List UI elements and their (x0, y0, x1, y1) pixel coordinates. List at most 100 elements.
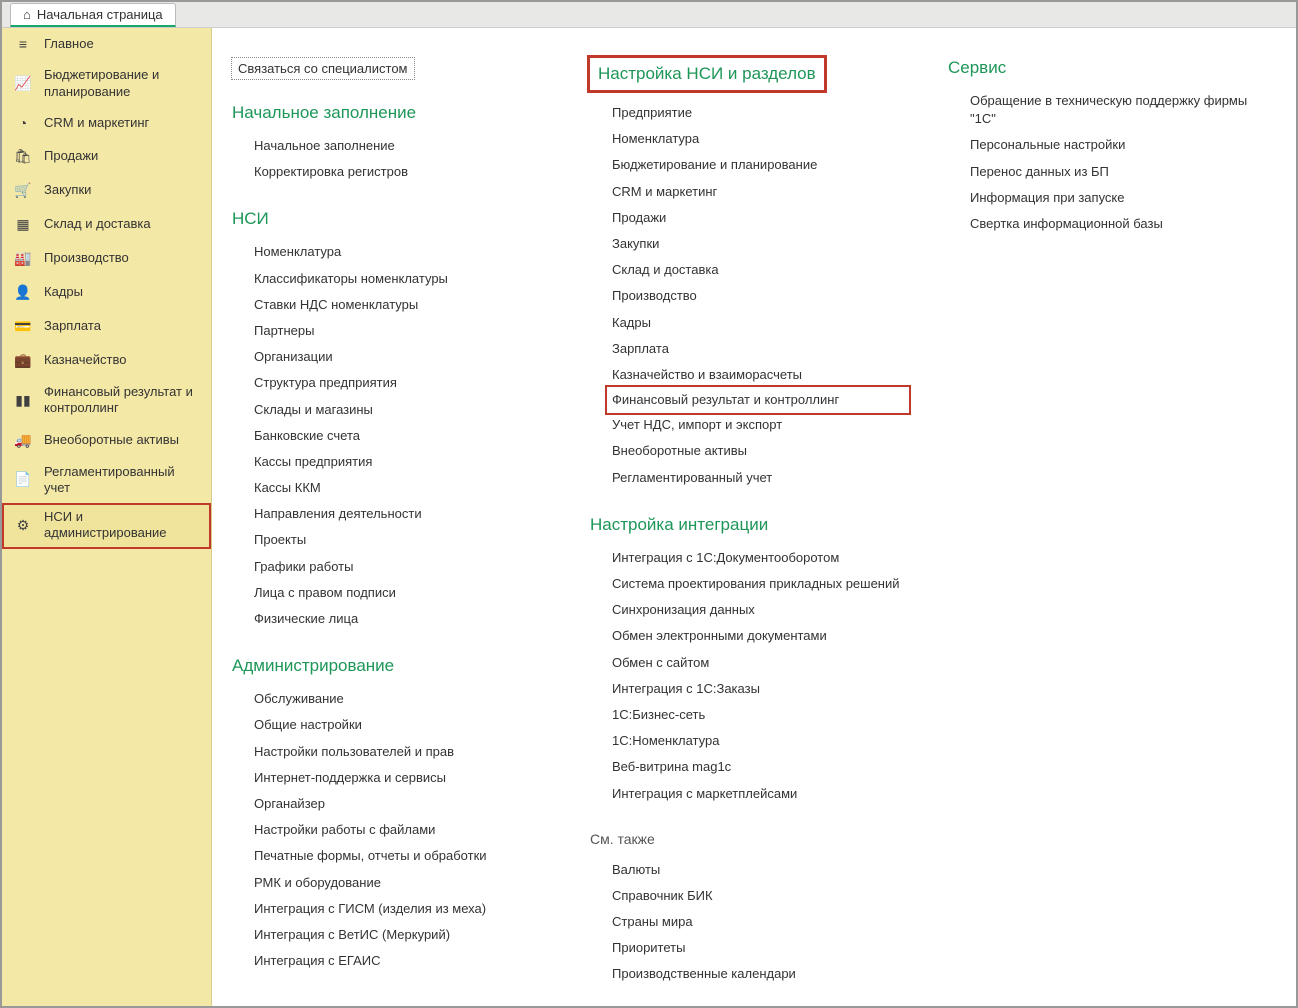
link-item[interactable]: Веб-витрина mag1c (612, 754, 908, 780)
link-item[interactable]: 1С:Бизнес-сеть (612, 702, 908, 728)
sidebar-item-11[interactable]: 🚚Внеоборотные активы (2, 424, 211, 458)
link-item[interactable]: Интеграция с 1С:Документооборотом (612, 545, 908, 571)
section-title: См. также (590, 831, 908, 847)
link-item[interactable]: Кассы ККМ (254, 475, 550, 501)
section-title: Сервис (948, 58, 1266, 78)
link-item[interactable]: Физические лица (254, 606, 550, 632)
sidebar-item-9[interactable]: 💼Казначейство (2, 344, 211, 378)
link-item[interactable]: Продажи (612, 205, 908, 231)
link-item[interactable]: Начальное заполнение (254, 133, 550, 159)
sidebar-item-0[interactable]: ≡Главное (2, 28, 211, 61)
tab-bar: ⌂ Начальная страница (2, 2, 1296, 28)
link-item[interactable]: Кадры (612, 310, 908, 336)
link-list: Начальное заполнениеКорректировка регист… (232, 133, 550, 185)
section: НСИНоменклатураКлассификаторы номенклату… (232, 209, 550, 632)
sidebar-item-8[interactable]: 💳Зарплата (2, 310, 211, 344)
sidebar-icon: ◔ (14, 115, 32, 131)
tab-label: Начальная страница (37, 7, 163, 22)
link-item[interactable]: РМК и оборудование (254, 870, 550, 896)
link-item[interactable]: Обмен с сайтом (612, 650, 908, 676)
link-item[interactable]: Проекты (254, 527, 550, 553)
sidebar-label: Казначейство (44, 352, 126, 368)
link-item[interactable]: Интеграция с ГИСМ (изделия из меха) (254, 896, 550, 922)
sidebar-item-7[interactable]: 👤Кадры (2, 276, 211, 310)
link-item[interactable]: Персональные настройки (970, 132, 1266, 158)
link-item[interactable]: Страны мира (612, 909, 908, 935)
link-item[interactable]: Синхронизация данных (612, 597, 908, 623)
link-list: ОбслуживаниеОбщие настройкиНастройки пол… (232, 686, 550, 974)
link-item[interactable]: Направления деятельности (254, 501, 550, 527)
link-item[interactable]: Обмен электронными документами (612, 623, 908, 649)
link-item[interactable]: Графики работы (254, 554, 550, 580)
link-item[interactable]: Финансовый результат и контроллинг (608, 388, 908, 412)
link-item[interactable]: CRM и маркетинг (612, 179, 908, 205)
link-item[interactable]: Свертка информационной базы (970, 211, 1266, 237)
tab-home[interactable]: ⌂ Начальная страница (10, 3, 176, 27)
sidebar-label: Бюджетирование и планирование (44, 67, 199, 100)
home-icon: ⌂ (23, 7, 31, 22)
link-item[interactable]: Структура предприятия (254, 370, 550, 396)
sidebar-label: CRM и маркетинг (44, 115, 149, 131)
link-item[interactable]: Перенос данных из БП (970, 159, 1266, 185)
sidebar-item-6[interactable]: 🏭Производство (2, 242, 211, 276)
link-item[interactable]: Ставки НДС номенклатуры (254, 292, 550, 318)
link-item[interactable]: Обращение в техническую поддержку фирмы … (970, 88, 1266, 132)
link-item[interactable]: Склады и магазины (254, 397, 550, 423)
link-item[interactable]: Обслуживание (254, 686, 550, 712)
link-item[interactable]: Закупки (612, 231, 908, 257)
sidebar-icon: 💳 (14, 318, 32, 335)
link-item[interactable]: Предприятие (612, 100, 908, 126)
link-item[interactable]: Интеграция с маркетплейсами (612, 781, 908, 807)
link-item[interactable]: Казначейство и взаиморасчеты (612, 362, 908, 388)
link-item[interactable]: Настройки пользователей и прав (254, 739, 550, 765)
link-item[interactable]: Система проектирования прикладных решени… (612, 571, 908, 597)
link-item[interactable]: Печатные формы, отчеты и обработки (254, 843, 550, 869)
link-item[interactable]: Настройки работы с файлами (254, 817, 550, 843)
link-item[interactable]: Справочник БИК (612, 883, 908, 909)
link-item[interactable]: Номенклатура (612, 126, 908, 152)
link-item[interactable]: Интеграция с ВетИС (Меркурий) (254, 922, 550, 948)
link-item[interactable]: Регламентированный учет (612, 465, 908, 491)
sidebar-label: Производство (44, 250, 129, 266)
sidebar-label: Кадры (44, 284, 83, 300)
sidebar-item-5[interactable]: ▦Склад и доставка (2, 208, 211, 242)
section-title: Настройка интеграции (590, 515, 908, 535)
sidebar-label: Закупки (44, 182, 91, 198)
sidebar-label: НСИ и администрирование (44, 509, 199, 542)
sidebar-item-12[interactable]: 📄Регламентированный учет (2, 458, 211, 504)
link-item[interactable]: Бюджетирование и планирование (612, 152, 908, 178)
link-item[interactable]: Интеграция с 1С:Заказы (612, 676, 908, 702)
link-item[interactable]: Информация при запуске (970, 185, 1266, 211)
sidebar-item-1[interactable]: 📈Бюджетирование и планирование (2, 61, 211, 107)
sidebar-item-4[interactable]: 🛒Закупки (2, 174, 211, 208)
sidebar-icon: ⚙ (14, 517, 32, 534)
link-item[interactable]: Общие настройки (254, 712, 550, 738)
sidebar-item-3[interactable]: 🛍Продажи (2, 140, 211, 174)
link-item[interactable]: Банковские счета (254, 423, 550, 449)
link-list: ПредприятиеНоменклатураБюджетирование и … (590, 100, 908, 491)
sidebar-item-10[interactable]: ▮▮Финансовый результат и контроллинг (2, 378, 211, 424)
link-item[interactable]: Интеграция с ЕГАИС (254, 948, 550, 974)
link-item[interactable]: Партнеры (254, 318, 550, 344)
sidebar-item-2[interactable]: ◔ CRM и маркетинг (2, 107, 211, 140)
link-item[interactable]: Организации (254, 344, 550, 370)
link-item[interactable]: Производственные календари (612, 961, 908, 987)
link-item[interactable]: Учет НДС, импорт и экспорт (612, 412, 908, 438)
sidebar-label: Регламентированный учет (44, 464, 199, 497)
link-item[interactable]: 1С:Номенклатура (612, 728, 908, 754)
link-item[interactable]: Приоритеты (612, 935, 908, 961)
link-item[interactable]: Корректировка регистров (254, 159, 550, 185)
link-item[interactable]: Внеоборотные активы (612, 438, 908, 464)
link-item[interactable]: Органайзер (254, 791, 550, 817)
link-item[interactable]: Лица с правом подписи (254, 580, 550, 606)
link-item[interactable]: Кассы предприятия (254, 449, 550, 475)
link-item[interactable]: Номенклатура (254, 239, 550, 265)
link-item[interactable]: Классификаторы номенклатуры (254, 266, 550, 292)
link-item[interactable]: Склад и доставка (612, 257, 908, 283)
link-item[interactable]: Валюты (612, 857, 908, 883)
contact-specialist-link[interactable]: Связаться со специалистом (232, 58, 414, 79)
sidebar-item-13[interactable]: ⚙ НСИ и администрирование (2, 503, 211, 549)
link-item[interactable]: Интернет-поддержка и сервисы (254, 765, 550, 791)
link-item[interactable]: Зарплата (612, 336, 908, 362)
link-item[interactable]: Производство (612, 283, 908, 309)
